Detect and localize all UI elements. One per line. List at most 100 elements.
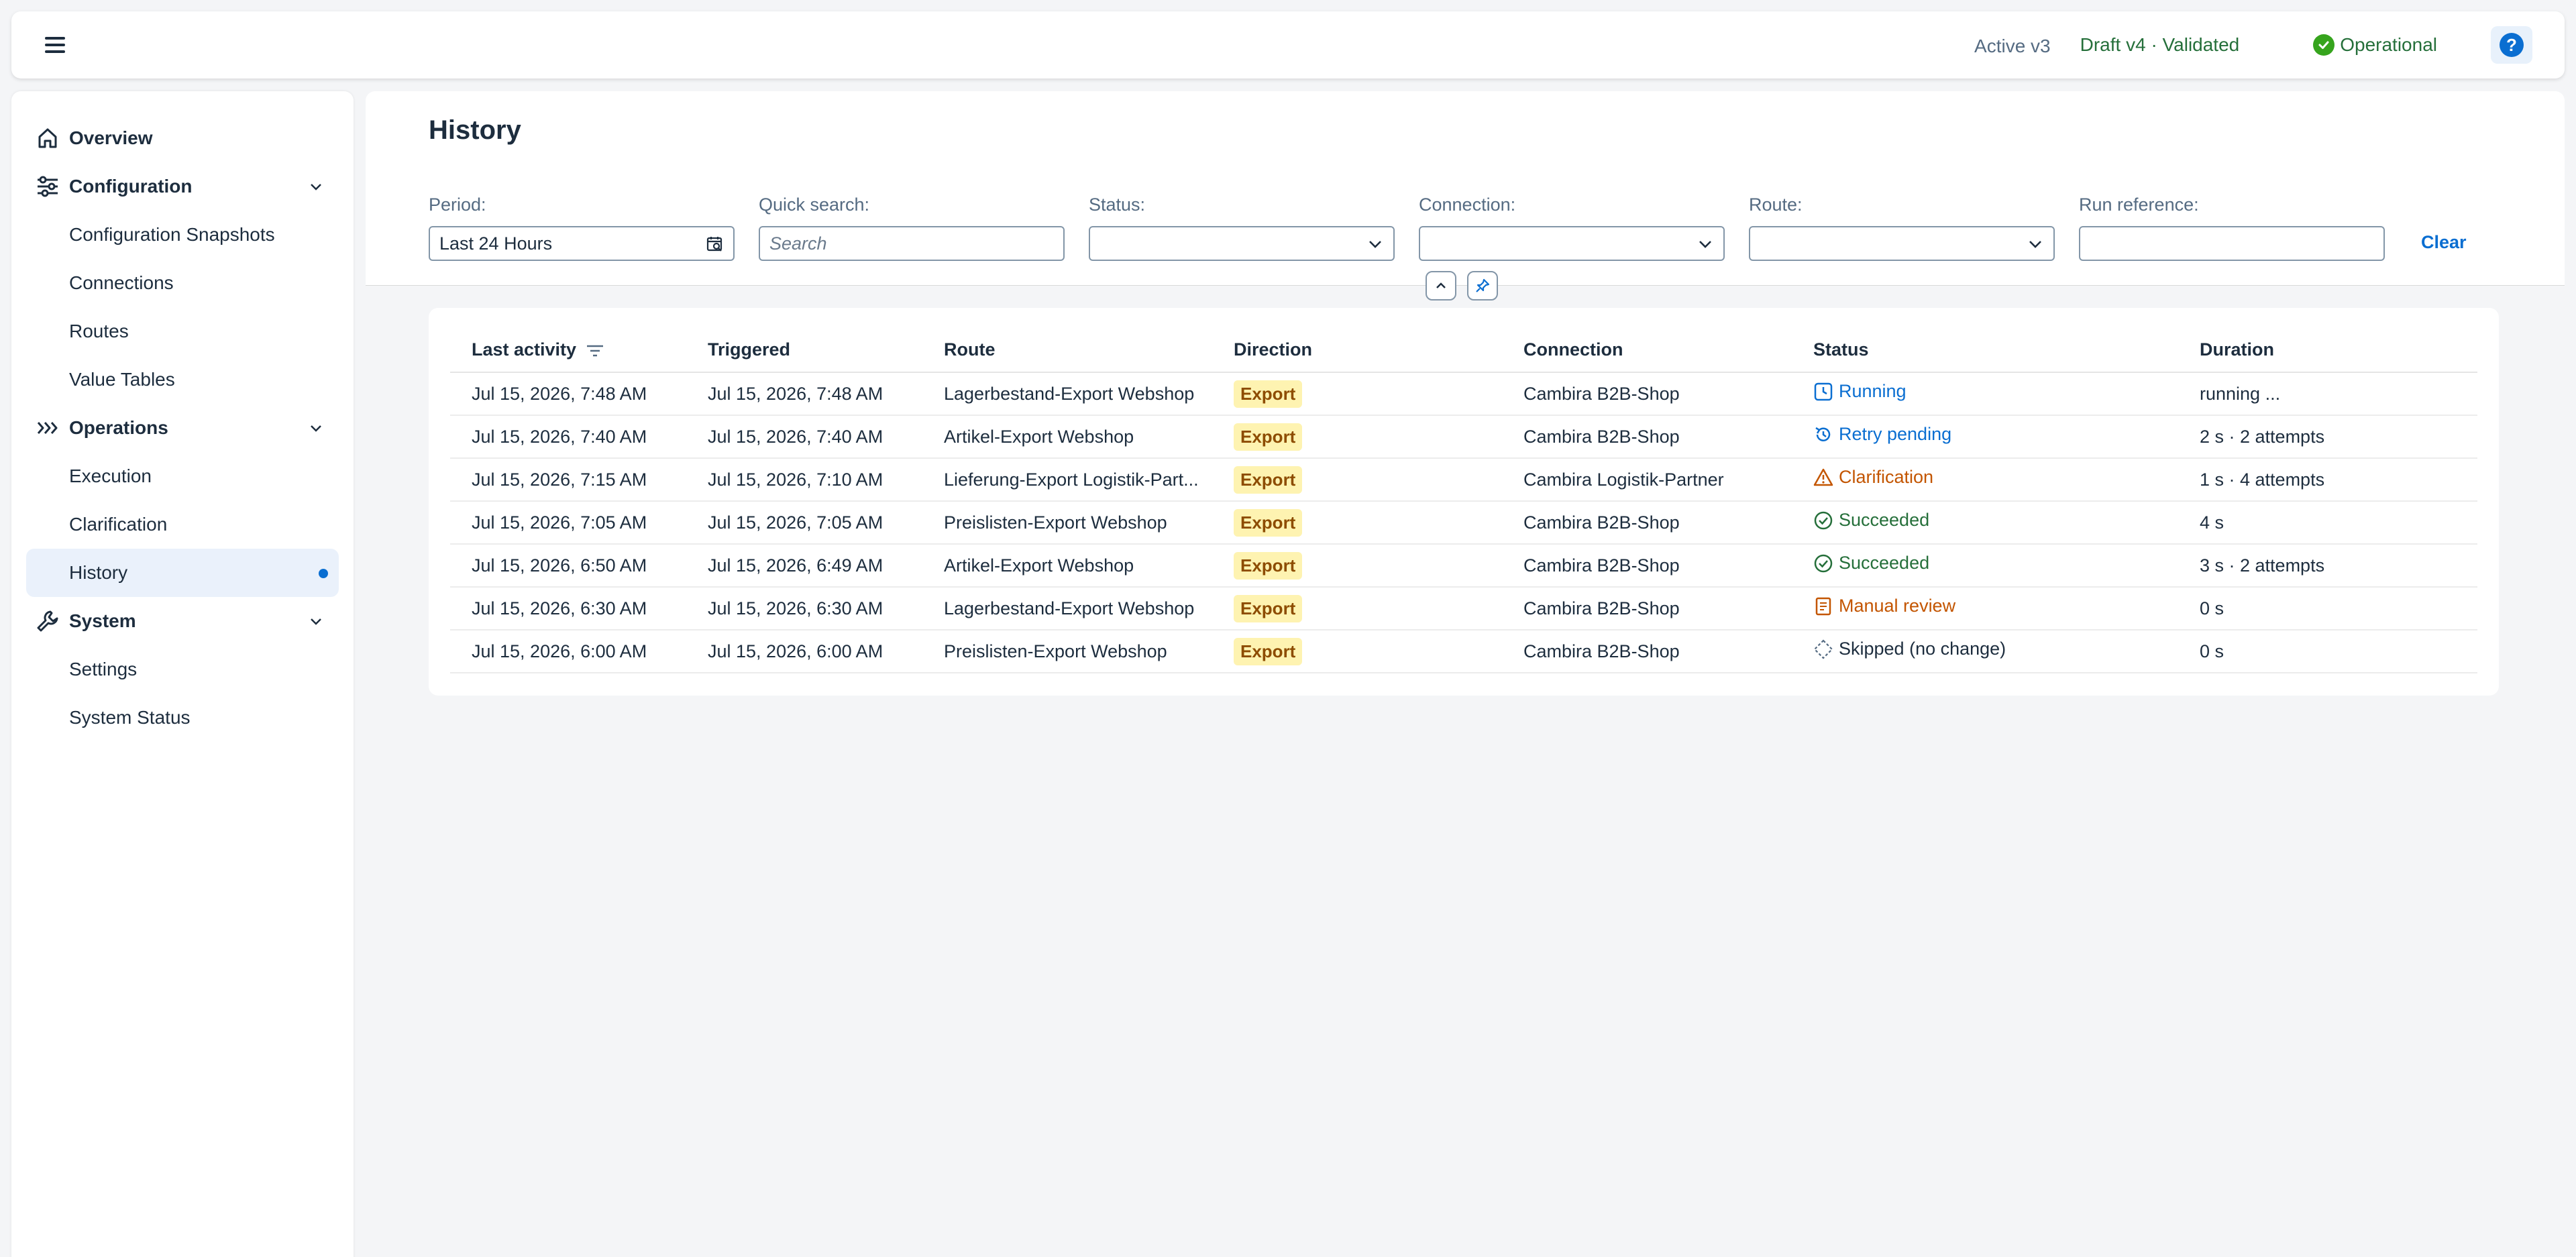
nav-settings[interactable]: Settings (11, 645, 354, 694)
shell-status-area: Active v3 Draft v4 · Validated Operation… (1974, 11, 2532, 78)
system-status[interactable]: Operational (2313, 34, 2437, 56)
status-filter: Status: (1089, 195, 1395, 261)
nav-system-status[interactable]: System Status (11, 694, 354, 742)
cell-status: Clarification (1792, 458, 2178, 502)
direction-badge: Export (1234, 594, 1303, 622)
clock-icon (1813, 382, 1839, 402)
collapse-filter-button[interactable] (1426, 271, 1456, 300)
help-button[interactable]: ? (2491, 26, 2532, 64)
history-table: Last activity Triggered Route Direction … (450, 328, 2477, 673)
nav-execution[interactable]: Execution (11, 452, 354, 500)
period-filter: Period: Last 24 Hours (429, 195, 735, 261)
nav-execution-label: Execution (69, 466, 152, 486)
nav-system[interactable]: System (11, 597, 354, 645)
cell-direction: Export (1212, 630, 1502, 673)
column-header-last-activity-label: Last activity (472, 339, 577, 360)
search-input[interactable]: Search (759, 226, 1065, 261)
nav-configuration-label: Configuration (69, 176, 193, 197)
route-filter: Route: (1749, 195, 2055, 261)
table-row[interactable]: Jul 15, 2026, 7:40 AM Jul 15, 2026, 7:40 … (450, 415, 2477, 459)
cell-duration: 2 s · 2 attempts (2178, 415, 2477, 459)
cell-duration: 1 s · 4 attempts (2178, 458, 2477, 502)
table-row[interactable]: Jul 15, 2026, 6:50 AM Jul 15, 2026, 6:49 … (450, 544, 2477, 588)
table-header-row: Last activity Triggered Route Direction … (450, 328, 2477, 373)
main-content: History Period: Last 24 Hours Quick sear… (366, 91, 2565, 1257)
table-row[interactable]: Jul 15, 2026, 7:48 AM Jul 15, 2026, 7:48 … (450, 372, 2477, 416)
history-table-card: Last activity Triggered Route Direction … (429, 308, 2499, 696)
check-circle-icon (2313, 34, 2335, 56)
nav-history-label: History (69, 562, 128, 583)
chevron-down-icon (1699, 241, 1711, 248)
nav-connections[interactable]: Connections (11, 259, 354, 307)
cell-connection: Cambira B2B-Shop (1502, 630, 1792, 673)
direction-badge: Export (1234, 380, 1303, 408)
connection-label: Connection: (1419, 195, 1516, 215)
column-header-status[interactable]: Status (1792, 328, 2178, 373)
cell-connection: Cambira B2B-Shop (1502, 544, 1792, 588)
shell-bar: Active v3 Draft v4 · Validated Operation… (11, 11, 2565, 78)
check-circle-icon (1813, 510, 1839, 531)
home-icon (38, 128, 57, 148)
cell-duration: running ... (2178, 372, 2477, 416)
draft-version[interactable]: Draft v4 · Validated (2080, 34, 2240, 56)
status-indicator: Skipped (no change) (1813, 639, 2006, 659)
chevrons-right-icon (37, 422, 58, 434)
table-row[interactable]: Jul 15, 2026, 6:30 AM Jul 15, 2026, 6:30 … (450, 587, 2477, 631)
table-row[interactable]: Jul 15, 2026, 6:00 AM Jul 15, 2026, 6:00 … (450, 630, 2477, 673)
column-header-direction[interactable]: Direction (1212, 328, 1502, 373)
route-select[interactable] (1749, 226, 2055, 261)
nav-configuration-snapshots[interactable]: Configuration Snapshots (11, 211, 354, 259)
calendar-icon[interactable] (706, 235, 724, 253)
cell-route: Lagerbestand-Export Webshop (922, 372, 1212, 416)
cell-triggered: Jul 15, 2026, 6:30 AM (686, 587, 922, 631)
nav-value-tables[interactable]: Value Tables (11, 356, 354, 404)
filter-bar: History Period: Last 24 Hours Quick sear… (366, 91, 2565, 286)
table-row[interactable]: Jul 15, 2026, 7:15 AM Jul 15, 2026, 7:10 … (450, 458, 2477, 502)
nav-operations[interactable]: Operations (11, 404, 354, 452)
cell-duration: 3 s · 2 attempts (2178, 544, 2477, 588)
column-header-duration[interactable]: Duration (2178, 328, 2477, 373)
cell-triggered: Jul 15, 2026, 7:05 AM (686, 501, 922, 545)
sort-icon[interactable] (586, 343, 604, 358)
connection-select[interactable] (1419, 226, 1725, 261)
nav-connections-label: Connections (69, 272, 174, 293)
nav-operations-label: Operations (69, 417, 168, 438)
column-header-connection[interactable]: Connection (1502, 328, 1792, 373)
cell-connection: Cambira B2B-Shop (1502, 372, 1792, 416)
status-label: Running (1839, 381, 1907, 402)
run-reference-input[interactable] (2079, 226, 2385, 261)
period-value: Last 24 Hours (439, 233, 553, 254)
clear-button[interactable]: Clear (2421, 232, 2467, 253)
nav-overview-label: Overview (69, 127, 153, 148)
cell-direction: Export (1212, 415, 1502, 459)
cell-direction: Export (1212, 587, 1502, 631)
nav-configuration[interactable]: Configuration (11, 162, 354, 211)
direction-badge: Export (1234, 423, 1303, 451)
sliders-icon (38, 176, 58, 197)
cell-last-activity: Jul 15, 2026, 7:48 AM (450, 372, 686, 416)
table-row[interactable]: Jul 15, 2026, 7:05 AM Jul 15, 2026, 7:05 … (450, 501, 2477, 545)
hamburger-icon[interactable] (42, 34, 69, 56)
cell-last-activity: Jul 15, 2026, 6:00 AM (450, 630, 686, 673)
status-indicator: Clarification (1813, 467, 1933, 488)
cell-direction: Export (1212, 372, 1502, 416)
column-header-triggered[interactable]: Triggered (686, 328, 922, 373)
cell-connection: Cambira Logistik-Partner (1502, 458, 1792, 502)
column-header-route[interactable]: Route (922, 328, 1212, 373)
chevron-down-icon (1369, 241, 1381, 248)
sidebar: Overview Configuration Configuration Sna… (11, 91, 354, 1257)
nav-value-tables-label: Value Tables (69, 369, 175, 390)
cell-status: Running (1792, 372, 2178, 416)
column-header-last-activity[interactable]: Last activity (450, 328, 686, 373)
status-select[interactable] (1089, 226, 1395, 261)
nav-settings-label: Settings (69, 659, 138, 679)
quick-search-label: Quick search: (759, 195, 870, 215)
nav-routes[interactable]: Routes (11, 307, 354, 356)
nav-history[interactable]: History (26, 549, 339, 597)
nav-clarification[interactable]: Clarification (11, 500, 354, 549)
period-input[interactable]: Last 24 Hours (429, 226, 735, 261)
pin-filter-button[interactable] (1467, 271, 1498, 300)
cell-direction: Export (1212, 458, 1502, 502)
nav-overview[interactable]: Overview (11, 114, 354, 162)
cell-last-activity: Jul 15, 2026, 7:15 AM (450, 458, 686, 502)
